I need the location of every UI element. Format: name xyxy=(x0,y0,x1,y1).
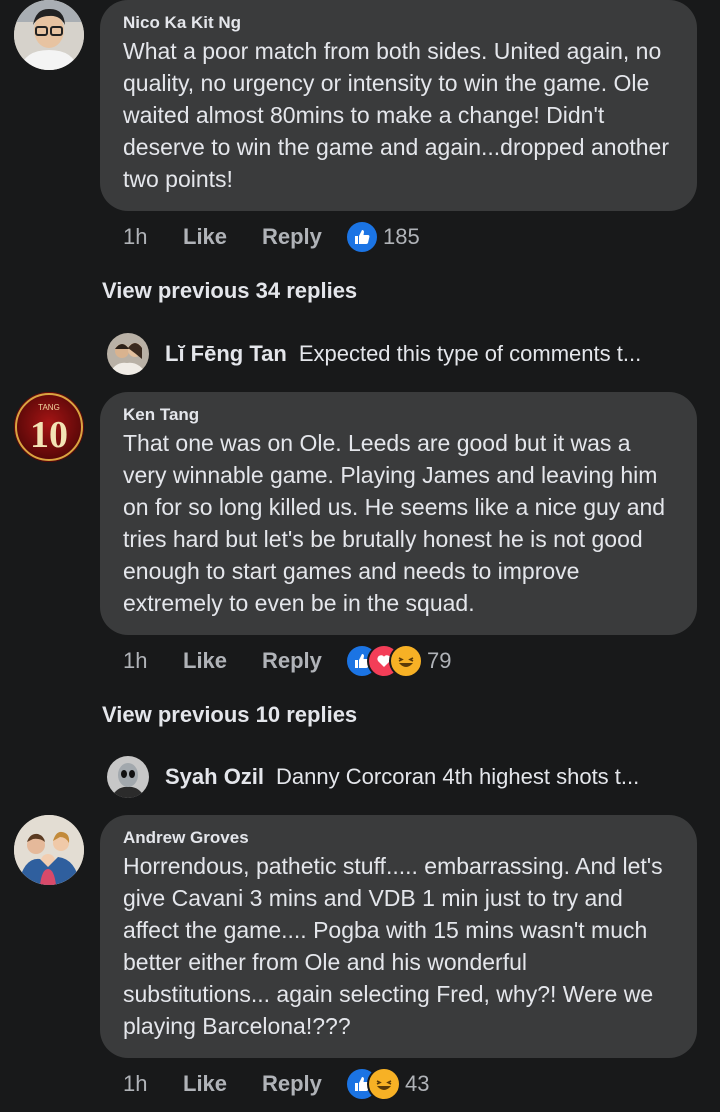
comment-actions: 1h Like Reply 79 xyxy=(123,644,451,678)
reaction-count: 43 xyxy=(405,1071,430,1096)
reactions-summary[interactable]: 43 xyxy=(345,1067,429,1101)
avatar[interactable] xyxy=(14,0,84,70)
avatar[interactable] xyxy=(14,815,84,885)
comment-text: What a poor match from both sides. Unite… xyxy=(123,38,669,192)
comment-bubble: Andrew Groves Horrendous, pathetic stuff… xyxy=(100,815,697,1058)
reply-author[interactable]: Lĭ Fēng Tan xyxy=(165,341,287,367)
reply-text: Expected this type of comments t... xyxy=(298,341,642,366)
reply-button[interactable]: Reply xyxy=(262,648,345,674)
reply-text: Danny Corcoran 4th highest shots t... xyxy=(276,764,640,789)
reply-button[interactable]: Reply xyxy=(262,1071,345,1097)
comment-text: Horrendous, pathetic stuff..... embarras… xyxy=(123,853,663,1039)
comment-bubble: Nico Ka Kit Ng What a poor match from bo… xyxy=(100,0,697,211)
like-button[interactable]: Like xyxy=(183,648,262,674)
comment-actions: 1h Like Reply 43 xyxy=(123,1067,429,1101)
reaction-count: 79 xyxy=(427,648,452,673)
avatar[interactable] xyxy=(107,333,149,375)
like-button[interactable]: Like xyxy=(183,224,262,250)
view-previous-replies[interactable]: View previous 34 replies xyxy=(102,278,357,304)
like-button[interactable]: Like xyxy=(183,1071,262,1097)
view-previous-replies[interactable]: View previous 10 replies xyxy=(102,702,357,728)
reply-preview[interactable]: Syah Ozil Danny Corcoran 4th highest sho… xyxy=(107,756,707,798)
comment-author[interactable]: Nico Ka Kit Ng xyxy=(123,12,675,34)
reaction-count: 185 xyxy=(383,224,420,249)
comment-author[interactable]: Andrew Groves xyxy=(123,827,675,849)
reactions-summary[interactable]: 79 xyxy=(345,644,451,678)
reactions-summary[interactable]: 185 xyxy=(345,220,420,254)
avatar[interactable] xyxy=(107,756,149,798)
avatar-tag: TANG xyxy=(38,403,60,412)
haha-icon xyxy=(389,644,423,678)
comment-time[interactable]: 1h xyxy=(123,648,183,674)
comment-time[interactable]: 1h xyxy=(123,1071,183,1097)
comment-actions: 1h Like Reply 185 xyxy=(123,220,420,254)
comment-time[interactable]: 1h xyxy=(123,224,183,250)
comment-author[interactable]: Ken Tang xyxy=(123,404,675,426)
reply-button[interactable]: Reply xyxy=(262,224,345,250)
avatar-number: 10 xyxy=(30,414,68,456)
avatar[interactable]: TANG 10 xyxy=(14,392,84,462)
reply-author[interactable]: Syah Ozil xyxy=(165,764,264,790)
comment-text: That one was on Ole. Leeds are good but … xyxy=(123,430,666,616)
comment-bubble: Ken Tang That one was on Ole. Leeds are … xyxy=(100,392,697,635)
reply-preview[interactable]: Lĭ Fēng Tan Expected this type of commen… xyxy=(107,333,707,375)
like-icon xyxy=(345,220,379,254)
haha-icon xyxy=(367,1067,401,1101)
